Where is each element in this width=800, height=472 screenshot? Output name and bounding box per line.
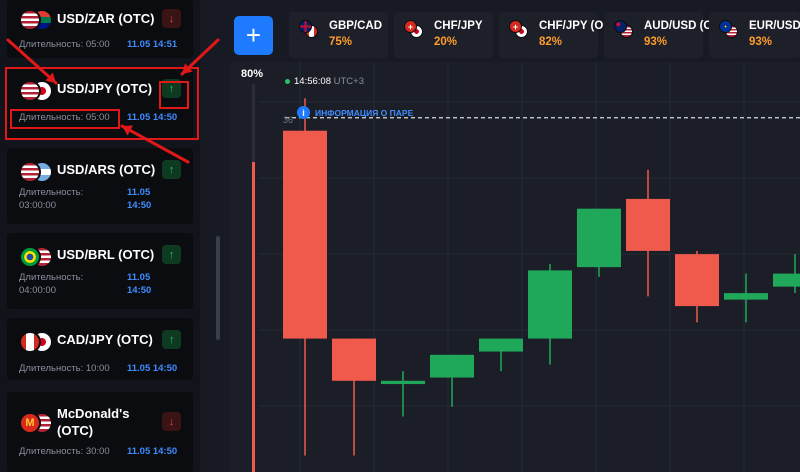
flag-us-icon [19, 161, 41, 183]
flag-gb-icon [299, 20, 312, 33]
asset-flags [19, 246, 53, 268]
flag-mcd-icon: M [19, 412, 41, 434]
flag-ca-icon [19, 331, 41, 353]
annotation-arrow [6, 38, 58, 85]
flag-us-icon [19, 9, 41, 31]
flag-us-icon [19, 80, 41, 102]
asset-flags: M [19, 412, 53, 434]
asset-flags [19, 9, 53, 31]
asset-flags [19, 331, 53, 353]
annotation-arrows [6, 38, 220, 164]
trading-app: USD/ZAR (OTC) ↓ Длительность: 05:00 11.05 1… [0, 0, 800, 472]
flag-eu-icon [719, 20, 732, 33]
annotation-arrow [120, 124, 190, 164]
flag-au-icon [614, 20, 627, 33]
asset-flags [19, 161, 53, 183]
flag-br-icon [19, 246, 41, 268]
asset-flags [19, 80, 53, 102]
flag-ch-icon: + [404, 20, 417, 33]
flag-ch-icon: + [509, 20, 522, 33]
